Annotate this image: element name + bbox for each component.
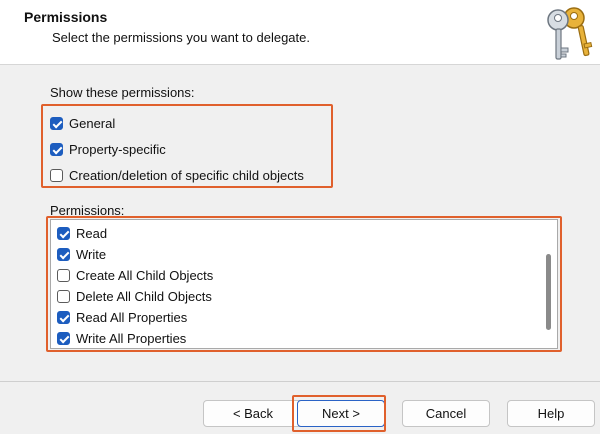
permission-item-read[interactable]: Read xyxy=(57,226,107,241)
permission-item-read-all-properties[interactable]: Read All Properties xyxy=(57,310,187,325)
permission-delete-child-label: Delete All Child Objects xyxy=(76,289,212,304)
checkbox-property-specific[interactable]: Property-specific xyxy=(50,142,166,157)
permission-create-child-box[interactable] xyxy=(57,269,70,282)
permission-item-write[interactable]: Write xyxy=(57,247,106,262)
checkbox-creation-deletion-box[interactable] xyxy=(50,169,63,182)
listbox-scrollbar[interactable] xyxy=(546,254,551,330)
cancel-button[interactable]: Cancel xyxy=(402,400,490,427)
checkbox-general[interactable]: General xyxy=(50,116,115,131)
checkbox-general-label: General xyxy=(69,116,116,131)
permission-read-label: Read xyxy=(76,226,108,241)
permissions-label: Permissions: xyxy=(50,203,125,218)
footer-separator xyxy=(0,381,600,382)
checkbox-property-specific-box[interactable] xyxy=(50,143,63,156)
show-permissions-label: Show these permissions: xyxy=(50,85,195,100)
permission-create-child-label: Create All Child Objects xyxy=(76,268,214,283)
help-button[interactable]: Help xyxy=(507,400,595,427)
permission-write-box[interactable] xyxy=(57,248,70,261)
wizard-header: Permissions Select the permissions you w… xyxy=(0,0,600,65)
permission-write-all-box[interactable] xyxy=(57,332,70,345)
page-subtitle: Select the permissions you want to deleg… xyxy=(52,30,310,45)
permission-item-create-child[interactable]: Create All Child Objects xyxy=(57,268,213,283)
keys-icon xyxy=(547,7,593,60)
permission-delete-child-box[interactable] xyxy=(57,290,70,303)
checkbox-creation-deletion-label: Creation/deletion of specific child obje… xyxy=(69,168,304,183)
permission-item-delete-child[interactable]: Delete All Child Objects xyxy=(57,289,212,304)
permission-read-all-label: Read All Properties xyxy=(76,310,188,325)
checkbox-general-box[interactable] xyxy=(50,117,63,130)
next-button[interactable]: Next > xyxy=(297,400,385,427)
back-button[interactable]: < Back xyxy=(203,400,303,427)
permission-read-box[interactable] xyxy=(57,227,70,240)
permission-write-all-label: Write All Properties xyxy=(76,331,187,346)
permission-write-label: Write xyxy=(76,247,107,262)
page-title: Permissions xyxy=(24,9,108,25)
permission-read-all-box[interactable] xyxy=(57,311,70,324)
checkbox-property-specific-label: Property-specific xyxy=(69,142,166,157)
permission-item-write-all-properties[interactable]: Write All Properties xyxy=(57,331,186,346)
permissions-listbox[interactable]: Read Write Create All Child Objects Dele… xyxy=(50,219,558,349)
checkbox-creation-deletion[interactable]: Creation/deletion of specific child obje… xyxy=(50,168,304,183)
